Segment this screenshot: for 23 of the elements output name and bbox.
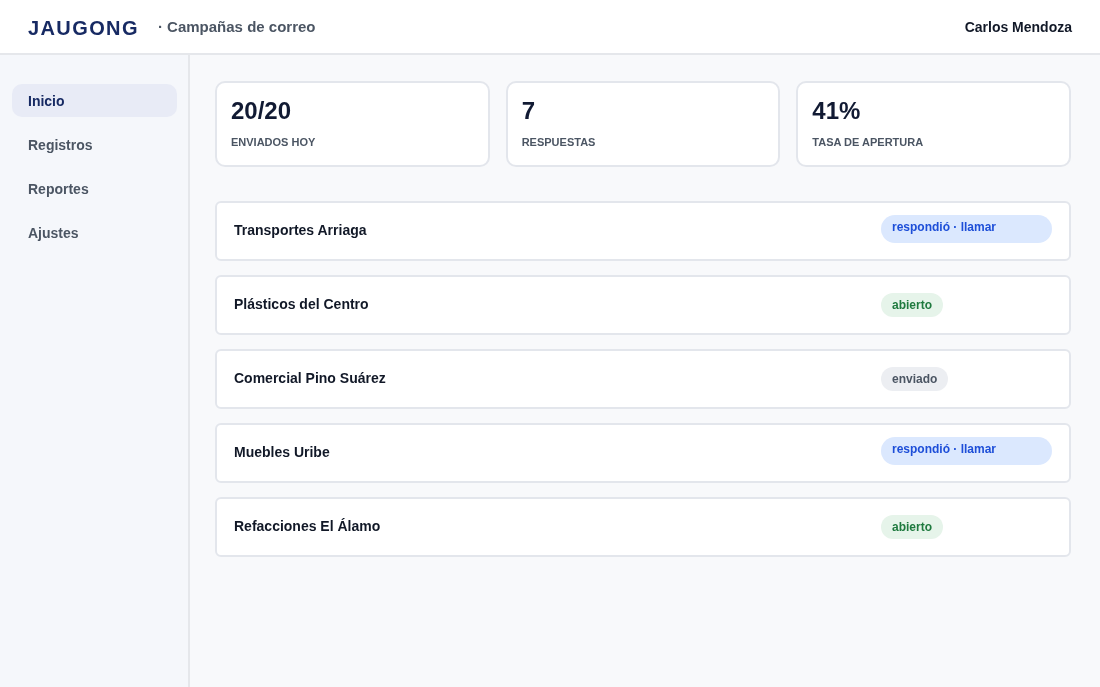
contact-name: Muebles Uribe (234, 443, 331, 460)
status-badge: abierto (881, 293, 943, 317)
stat-value: 20/20 (231, 97, 292, 125)
contact-name: Refacciones El Álamo (234, 517, 382, 534)
user-name: Carlos Mendoza (964, 18, 1072, 35)
status-badge: respondió · llamar (881, 215, 1052, 243)
sidebar-item[interactable]: Registros (12, 128, 177, 161)
contact-name: Plásticos del Centro (234, 295, 370, 312)
stat-label: TASA DE APERTURA (812, 135, 924, 149)
stat-label: RESPUESTAS (521, 135, 596, 149)
status-badge: respondió · llamar (881, 437, 1052, 465)
stat-label: ENVIADOS HOY (231, 135, 316, 149)
contact-name: Transportes Arriaga (234, 221, 368, 238)
brand-logo: JAUGONG (28, 17, 139, 40)
status-badge: abierto (881, 515, 943, 539)
sidebar-item[interactable]: Ajustes (12, 216, 177, 249)
section-title: · Campañas de correo (157, 18, 316, 35)
sidebar-item[interactable]: Reportes (12, 172, 177, 205)
stat-value: 41% (812, 97, 861, 125)
stat-value: 7 (521, 97, 535, 125)
status-badge: enviado (881, 367, 949, 391)
contact-name: Comercial Pino Suárez (234, 369, 387, 386)
sidebar-item[interactable]: Inicio (12, 84, 177, 117)
